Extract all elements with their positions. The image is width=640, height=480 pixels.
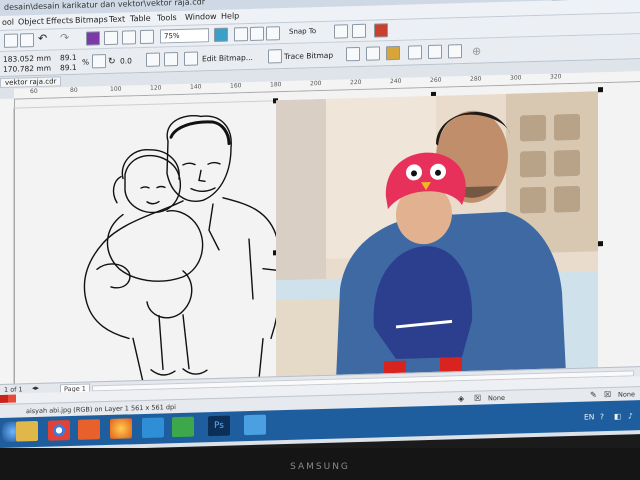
- trace-bitmap-button[interactable]: Trace Bitmap: [284, 51, 333, 61]
- document-tab[interactable]: vektor raja.cdr: [0, 76, 62, 88]
- redo-icon[interactable]: ↷: [60, 31, 72, 44]
- welcome-icon[interactable]: [352, 23, 366, 39]
- crop-bitmap-icon[interactable]: [346, 46, 360, 62]
- snap-to-dropdown[interactable]: Snap To: [286, 25, 325, 38]
- menu-table[interactable]: Table: [130, 14, 151, 24]
- trace-bitmap-icon: [268, 49, 282, 64]
- ruler-label: 160: [230, 82, 242, 90]
- full-screen-icon[interactable]: [214, 27, 228, 43]
- snap-to-label: Snap To: [289, 27, 317, 36]
- menu-effects[interactable]: Effects: [46, 16, 73, 26]
- fill-icon: ◈: [458, 394, 465, 404]
- height-field[interactable]: 170.782 mm: [3, 64, 51, 74]
- photo-viewer-icon[interactable]: [142, 417, 164, 439]
- selection-handle[interactable]: [598, 87, 603, 93]
- add-icon[interactable]: ⊕: [472, 45, 481, 58]
- pen-icon: ✎: [590, 390, 597, 400]
- chrome-icon[interactable]: [48, 420, 70, 441]
- monitor-screen: desain\desain karikatur dan vektor\vekto…: [0, 0, 640, 453]
- photo-bitmap[interactable]: [276, 91, 598, 383]
- language-indicator[interactable]: EN: [584, 412, 594, 421]
- scale-x-field[interactable]: 89.1: [60, 53, 77, 62]
- mirror-vertical-icon[interactable]: [164, 52, 178, 67]
- palette-swatch[interactable]: [0, 394, 8, 403]
- color-styles-icon[interactable]: [374, 23, 388, 38]
- ruler-label: 100: [110, 85, 122, 93]
- mirror-horizontal-icon[interactable]: [146, 52, 160, 67]
- resample-icon[interactable]: [366, 46, 380, 61]
- ruler-label: 80: [70, 86, 78, 95]
- break-link-icon[interactable]: [428, 44, 442, 60]
- app-launcher-icon[interactable]: [140, 29, 154, 45]
- ruler-label: 120: [150, 84, 162, 92]
- outline-status: None: [618, 390, 635, 399]
- app-icon[interactable]: [244, 414, 266, 436]
- menu-tool[interactable]: ool: [2, 18, 14, 27]
- selection-handle[interactable]: [598, 241, 603, 247]
- explorer-icon[interactable]: [16, 420, 38, 442]
- convert-bitmap-icon[interactable]: [448, 44, 462, 59]
- menu-object[interactable]: Object: [18, 17, 44, 27]
- zoom-level-dropdown[interactable]: 75%: [160, 28, 209, 44]
- link-bitmap-icon[interactable]: [408, 45, 422, 60]
- grid-icon[interactable]: [250, 26, 264, 42]
- width-field[interactable]: 183.052 mm: [3, 54, 51, 64]
- rotation-field[interactable]: 0.0: [120, 56, 132, 65]
- edit-bitmap-button[interactable]: Edit Bitmap...: [202, 53, 253, 63]
- coreldraw-icon[interactable]: [172, 416, 194, 438]
- menu-window[interactable]: Window: [185, 12, 217, 22]
- export-icon[interactable]: [104, 30, 118, 46]
- copy-icon[interactable]: [4, 33, 18, 48]
- bitmap-color-mask-icon[interactable]: [386, 45, 400, 61]
- ruler-label: 200: [310, 80, 322, 88]
- firefox-icon[interactable]: [110, 418, 132, 439]
- lock-ratio-icon[interactable]: [92, 54, 106, 69]
- menu-tools[interactable]: Tools: [157, 13, 177, 23]
- no-outline-icon: ☒: [604, 389, 612, 400]
- ruler-label: 240: [390, 77, 402, 86]
- no-fill-icon: ☒: [474, 393, 482, 403]
- publish-pdf-icon[interactable]: [122, 30, 136, 45]
- page-prev-icon[interactable]: ◂▸: [32, 384, 39, 392]
- ruler-label: 180: [270, 81, 282, 89]
- paste-icon[interactable]: [20, 33, 34, 48]
- import-icon[interactable]: [86, 31, 100, 46]
- scale-y-field[interactable]: 89.1: [60, 63, 77, 72]
- ruler-label: 280: [470, 75, 482, 83]
- options-icon[interactable]: [334, 24, 348, 39]
- menu-bitmaps[interactable]: Bitmaps: [75, 15, 108, 25]
- ruler-label: 300: [510, 74, 522, 82]
- ruler-label: 320: [550, 73, 562, 81]
- network-icon[interactable]: ◧: [614, 412, 621, 421]
- monitor-brand-logo: SAMSUNG: [290, 462, 350, 472]
- media-player-icon[interactable]: [78, 419, 100, 440]
- ruler-label: 140: [190, 83, 202, 91]
- help-icon[interactable]: ?: [600, 412, 604, 421]
- ruler-label: 220: [350, 78, 362, 87]
- edit-bitmap-icon: [184, 51, 198, 66]
- menu-text[interactable]: Text: [109, 15, 125, 24]
- ruler-label: 260: [430, 76, 442, 84]
- rulers-icon[interactable]: [234, 27, 248, 42]
- volume-icon[interactable]: ♪: [628, 411, 633, 420]
- scale-percent-label: %: [82, 57, 90, 67]
- undo-icon[interactable]: ↶: [38, 32, 50, 45]
- ruler-label: 60: [30, 87, 38, 96]
- fill-status: None: [488, 393, 505, 403]
- palette-swatch[interactable]: [8, 394, 16, 403]
- rotate-icon: ↻: [108, 56, 116, 67]
- menu-help[interactable]: Help: [221, 11, 239, 21]
- guidelines-icon[interactable]: [266, 26, 280, 41]
- photoshop-icon[interactable]: Ps: [208, 415, 230, 437]
- zoom-level-value: 75%: [164, 31, 180, 41]
